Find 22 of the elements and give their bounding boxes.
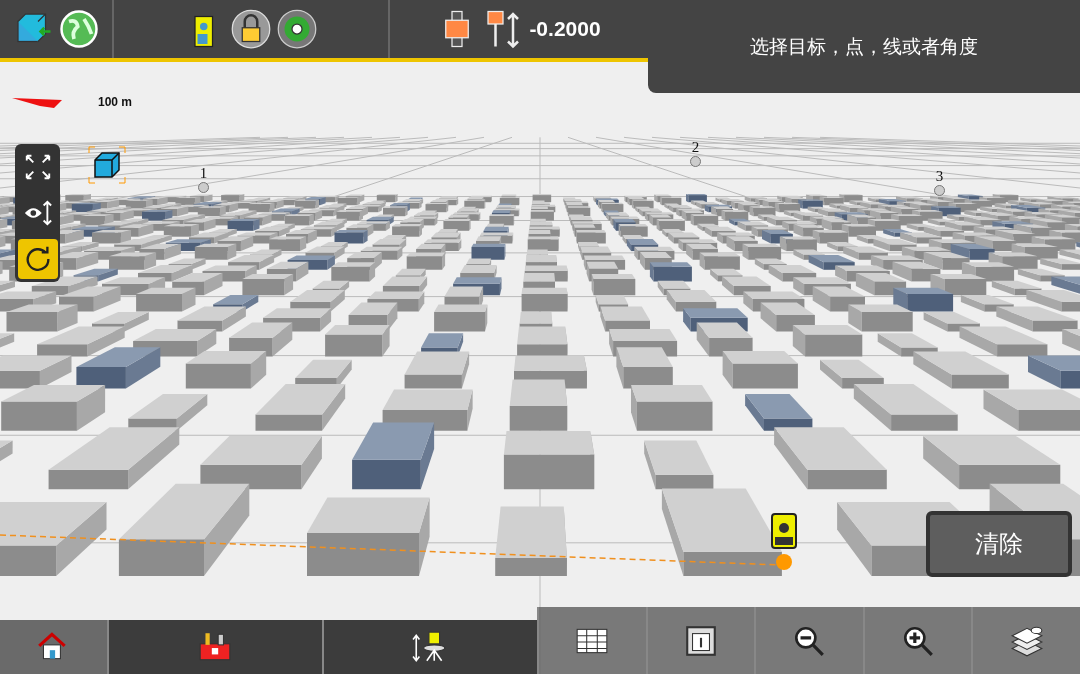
point-label: 3 bbox=[935, 168, 944, 185]
level-bubble-icon[interactable] bbox=[277, 9, 317, 49]
cube-view-icon[interactable] bbox=[88, 146, 126, 184]
point-marker[interactable] bbox=[934, 185, 945, 196]
instruction-banner: 选择目标，点，线或者角度 bbox=[648, 0, 1080, 93]
instrument-button[interactable] bbox=[321, 620, 537, 674]
home-button[interactable] bbox=[0, 620, 107, 674]
orbit-view-button[interactable] bbox=[17, 239, 58, 279]
info-button[interactable] bbox=[645, 607, 755, 674]
clear-button[interactable]: 清除 bbox=[926, 511, 1072, 577]
point-marker[interactable] bbox=[198, 182, 209, 193]
zoom-out-button[interactable] bbox=[754, 607, 863, 674]
layers-button[interactable] bbox=[971, 607, 1080, 674]
scale-label: 100 m bbox=[98, 95, 133, 109]
lock-icon[interactable] bbox=[231, 9, 271, 49]
eye-icon bbox=[22, 198, 53, 228]
table-button[interactable] bbox=[537, 607, 646, 674]
target-height-value: -0.2000 bbox=[529, 17, 601, 41]
point-label: 1 bbox=[199, 165, 208, 182]
point-marker[interactable] bbox=[690, 156, 701, 167]
point-label: 2 bbox=[691, 139, 700, 156]
zoom-in-button[interactable] bbox=[862, 607, 972, 674]
